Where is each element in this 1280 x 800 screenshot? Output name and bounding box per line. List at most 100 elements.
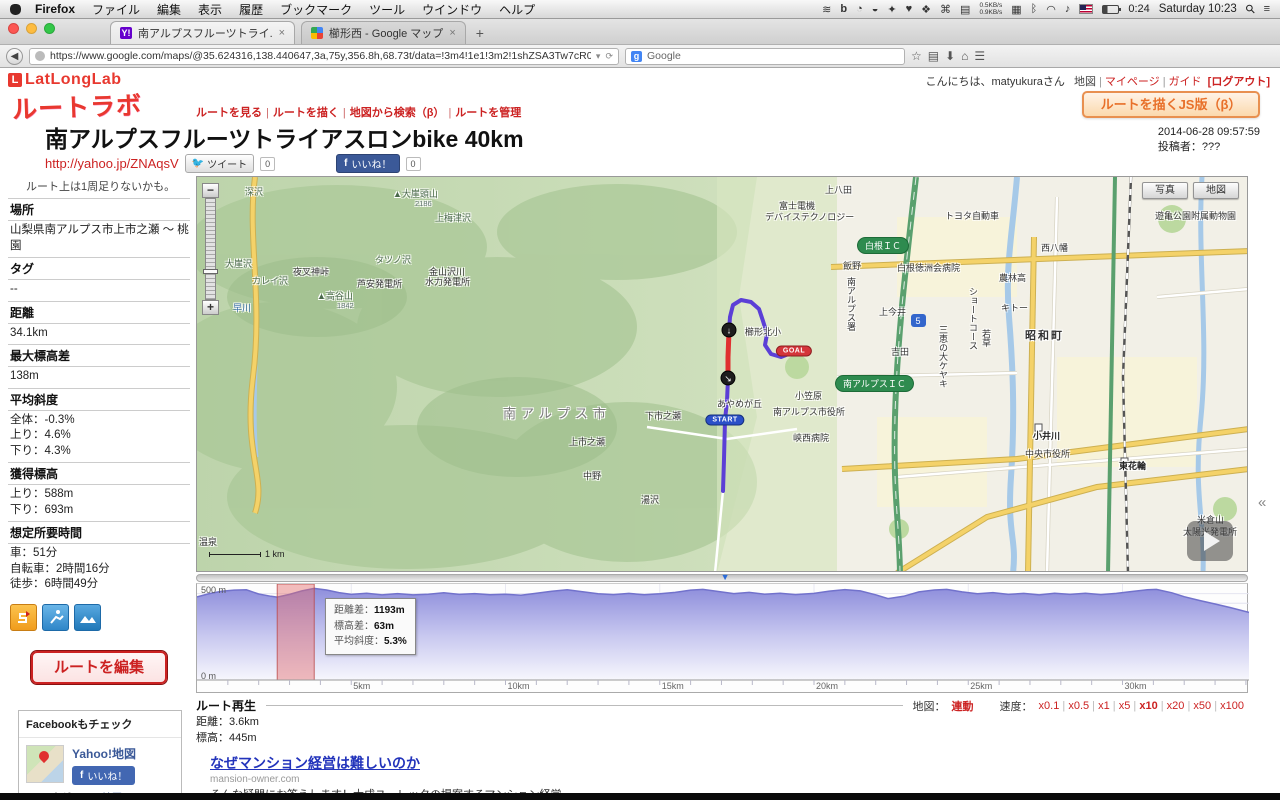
speed-option[interactable]: x0.5 xyxy=(1068,700,1089,712)
new-tab-button[interactable]: + xyxy=(476,25,484,44)
zoom-out-button[interactable]: − xyxy=(202,183,219,198)
keyboard-icon[interactable]: ▦ xyxy=(1011,3,1021,16)
bluetooth-icon[interactable]: ᛒ xyxy=(1031,3,1038,15)
menu-edit[interactable]: 編集 xyxy=(157,1,181,18)
wifi-icon[interactable]: ◠ xyxy=(1046,3,1056,16)
menu-file[interactable]: ファイル xyxy=(92,1,140,18)
url-text[interactable]: https://www.google.com/maps/@35.624316,1… xyxy=(50,50,591,62)
start-marker[interactable]: START xyxy=(705,415,744,426)
nav-draw-route[interactable]: ルートを描く xyxy=(273,107,339,119)
elevation-profile[interactable]: 500 m 0 m 5km10km15km20km25km30km 距離差：11… xyxy=(196,583,1248,693)
facebook-box-like-button[interactable]: fいいね！ xyxy=(72,766,135,785)
network-speed[interactable]: 0.5KB/s0.9KB/s xyxy=(979,2,1002,17)
menu-extra-icon[interactable]: ≋ xyxy=(822,3,831,16)
menu-extra-icon[interactable]: ◔ xyxy=(856,3,863,15)
menu-tools[interactable]: ツール xyxy=(369,1,405,18)
browser-tab-bar: Y! 南アルプスフルーツトライ... × 櫛形西 - Google マップ × … xyxy=(0,19,1280,45)
menu-help[interactable]: ヘルプ xyxy=(499,1,535,18)
short-url-link[interactable]: http://yahoo.jp/ZNAqsV xyxy=(45,156,179,171)
nav-view-route[interactable]: ルートを見る xyxy=(196,107,262,119)
direction-marker[interactable]: ↘ xyxy=(721,371,736,386)
speed-option[interactable]: x5 xyxy=(1119,700,1131,712)
volume-icon[interactable]: ♪ xyxy=(1065,3,1071,15)
zoom-slider-handle[interactable] xyxy=(203,269,218,274)
reload-icon[interactable]: ⟳ xyxy=(605,51,613,62)
back-button[interactable]: ◀ xyxy=(6,48,23,65)
tab-google-maps[interactable]: 櫛形西 - Google マップ × xyxy=(301,21,466,44)
speed-option[interactable]: x1 xyxy=(1098,700,1110,712)
menu-extra-icon[interactable]: ▤ xyxy=(960,3,970,16)
site-identity-icon[interactable] xyxy=(35,51,45,61)
map-sync-toggle[interactable]: 連動 xyxy=(952,698,974,714)
minimize-window-button[interactable] xyxy=(26,23,37,34)
draw-route-js-button[interactable]: ルートを描くJS版（β） xyxy=(1082,91,1260,118)
menu-history[interactable]: 履歴 xyxy=(239,1,263,18)
edit-route-button[interactable]: ルートを編集 xyxy=(31,651,167,684)
slope-label: 平均斜度 xyxy=(8,389,190,411)
speed-option[interactable]: x0.1 xyxy=(1039,700,1060,712)
tab-close-icon[interactable]: × xyxy=(449,27,455,39)
search-engine-label[interactable]: Google xyxy=(647,50,681,62)
facebook-like-button[interactable]: fいいね！ xyxy=(336,154,399,173)
menu-extra-icon[interactable]: ⌘ xyxy=(940,3,951,16)
yahoo-map-logo-icon[interactable] xyxy=(26,745,64,783)
logout-link[interactable]: [ログアウト] xyxy=(1208,76,1270,88)
battery-icon[interactable] xyxy=(1102,5,1119,14)
google-search-icon[interactable]: g xyxy=(631,51,642,62)
runner-icon[interactable] xyxy=(42,604,69,631)
link-mypage[interactable]: マイページ xyxy=(1105,76,1160,88)
input-language-flag-icon[interactable] xyxy=(1079,4,1093,14)
goal-marker[interactable]: GOAL xyxy=(776,346,812,357)
tab-routelab[interactable]: Y! 南アルプスフルーツトライ... × xyxy=(110,21,295,44)
speed-option[interactable]: x100 xyxy=(1220,700,1244,712)
apple-icon[interactable] xyxy=(10,4,21,15)
tab-close-icon[interactable]: × xyxy=(279,27,285,39)
menu-view[interactable]: 表示 xyxy=(198,1,222,18)
menu-firefox[interactable]: Firefox xyxy=(35,2,75,16)
url-bar[interactable]: https://www.google.com/maps/@35.624316,1… xyxy=(29,48,619,65)
playhead-marker[interactable]: ▼ xyxy=(721,572,730,582)
routelab-logo[interactable]: ルートラボ xyxy=(11,86,142,127)
playback-seek-strip[interactable]: ▼ xyxy=(196,574,1248,582)
menu-extra-icon[interactable]: ♥ xyxy=(906,3,913,15)
direction-marker[interactable]: ↓ xyxy=(722,323,737,338)
bookmark-star-icon[interactable]: ☆ xyxy=(911,49,922,63)
hamburger-menu-icon[interactable]: ☰ xyxy=(974,49,985,63)
nav-manage-routes[interactable]: ルートを管理 xyxy=(455,107,521,119)
x-axis-tick-label: 5km xyxy=(353,681,370,691)
zoom-slider[interactable] xyxy=(205,198,216,300)
speed-option[interactable]: x20 xyxy=(1167,700,1185,712)
speed-option[interactable]: x10 xyxy=(1139,700,1157,712)
route-play-button[interactable] xyxy=(1187,521,1233,561)
route-map[interactable]: 5 深沢▲大崖頭山2186上梅津沢大崖沢タツノ沢夜叉神峠カレイ沢▲高谷山1842… xyxy=(196,176,1248,572)
nav-search-map[interactable]: 地図から検索（β） xyxy=(350,107,445,119)
link-guide[interactable]: ガイド xyxy=(1169,76,1202,88)
link-map[interactable]: 地図 xyxy=(1074,76,1096,88)
scenery-icon[interactable] xyxy=(74,604,101,631)
downloads-icon[interactable]: ⬇ xyxy=(945,49,955,63)
menubar-clock[interactable]: Saturday 10:23 xyxy=(1159,3,1237,15)
zoom-window-button[interactable] xyxy=(44,23,55,34)
menu-extra-icon[interactable]: ❖ xyxy=(921,3,931,16)
ad-title-link[interactable]: なぜマンション経営は難しいのか xyxy=(210,753,1280,773)
home-icon[interactable]: ⌂ xyxy=(961,49,968,63)
dropdown-caret-icon[interactable]: ▾ xyxy=(596,51,601,62)
photo-layer-button[interactable]: 写真 xyxy=(1142,182,1188,199)
close-window-button[interactable] xyxy=(8,23,19,34)
menu-extra-icon[interactable]: b xyxy=(840,3,847,15)
speed-option[interactable]: x50 xyxy=(1193,700,1211,712)
menu-window[interactable]: ウインドウ xyxy=(422,1,482,18)
menu-bookmarks[interactable]: ブックマーク xyxy=(280,1,352,18)
map-layer-button[interactable]: 地図 xyxy=(1193,182,1239,199)
zoom-in-button[interactable]: + xyxy=(202,300,219,315)
spotlight-icon[interactable]: ⚲ xyxy=(1242,1,1258,17)
bookmarks-menu-icon[interactable]: ▤ xyxy=(928,49,939,63)
notification-center-icon[interactable]: ≡ xyxy=(1264,3,1270,15)
menu-extra-icon[interactable]: ✦ xyxy=(887,3,896,16)
route-profile-icon[interactable] xyxy=(10,604,37,631)
tweet-button[interactable]: 🐦ツイート xyxy=(185,154,254,173)
menu-extra-icon[interactable]: ◒ xyxy=(872,3,879,15)
facebook-page-name[interactable]: Yahoo!地図 xyxy=(72,745,136,762)
collapse-panel-arrow[interactable]: « xyxy=(1258,494,1266,511)
search-bar[interactable]: g Google xyxy=(625,48,905,65)
